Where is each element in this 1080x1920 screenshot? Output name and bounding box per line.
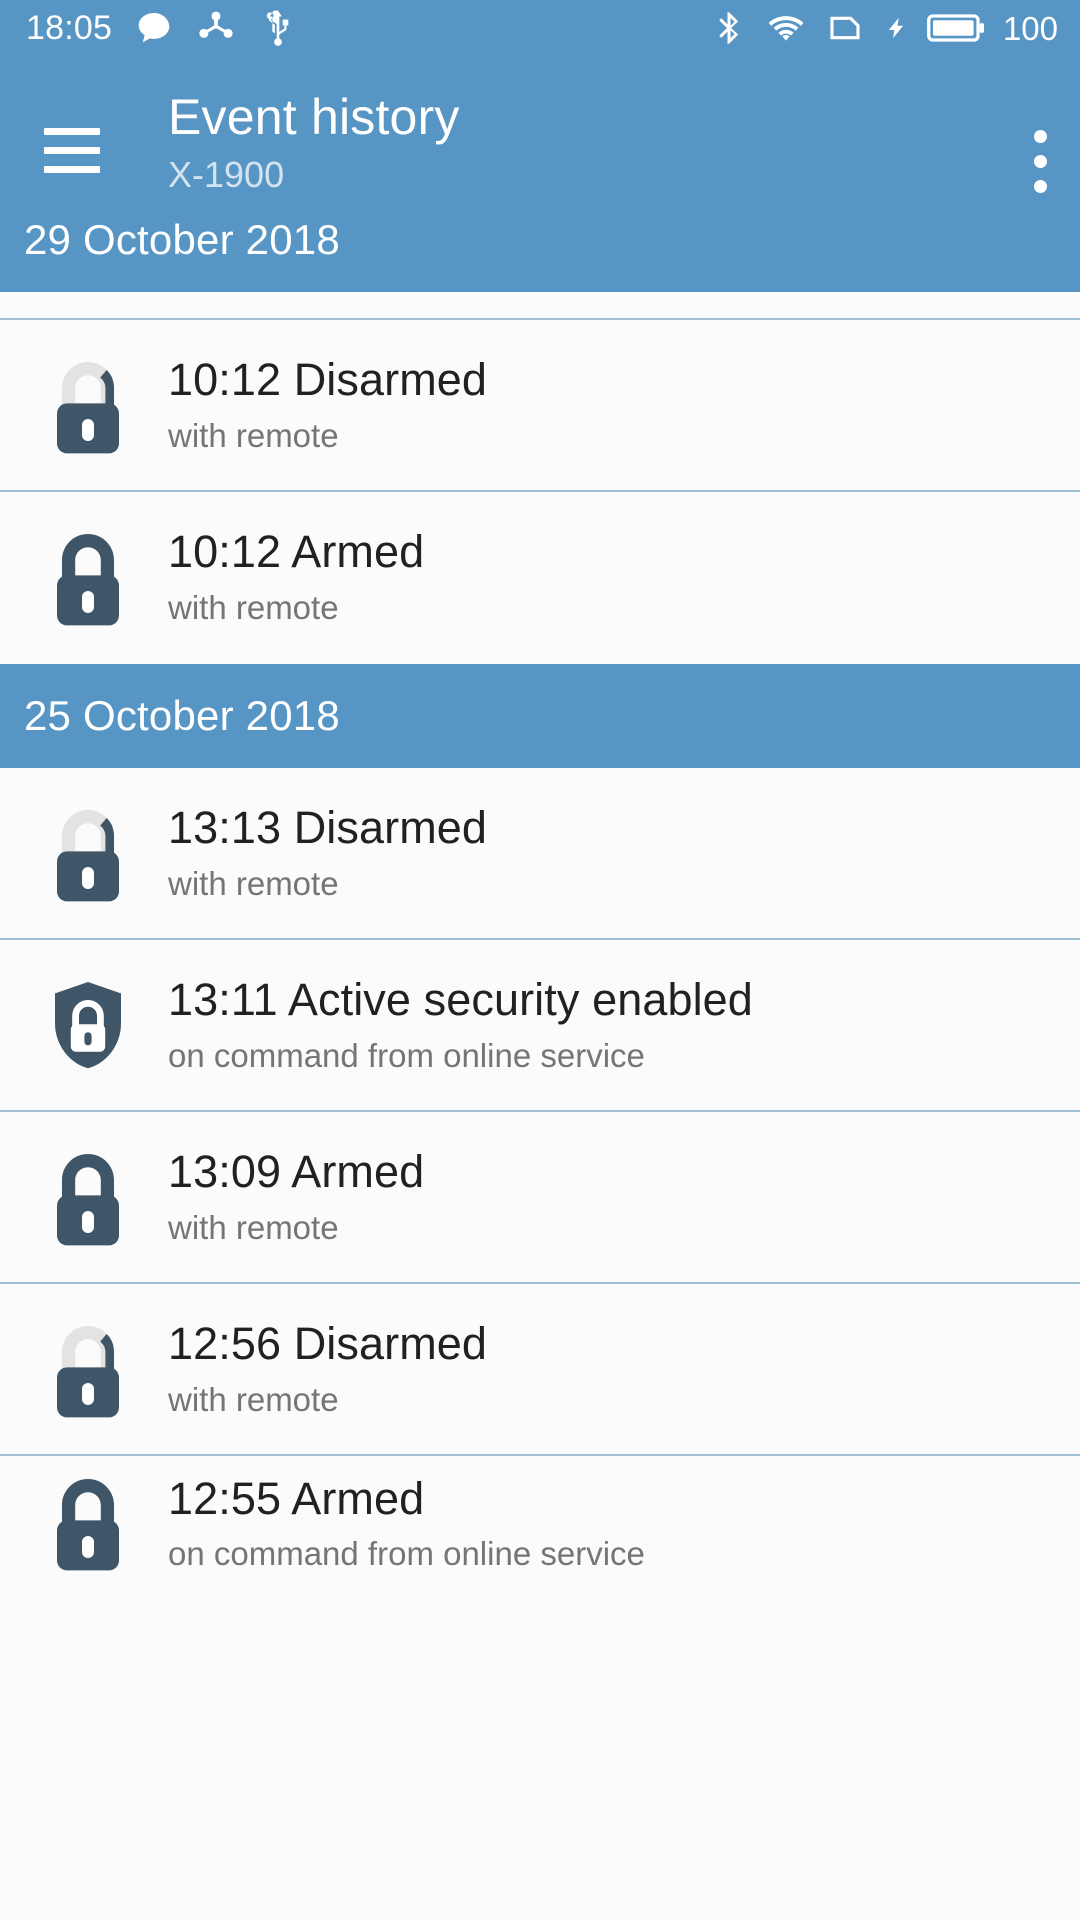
- list-item[interactable]: 10:12 Disarmed with remote: [0, 320, 1080, 492]
- battery-full-icon: [927, 14, 984, 42]
- usb-icon: [266, 10, 289, 46]
- battery-percent-label: 100: [1002, 9, 1058, 47]
- event-icon-cell: [44, 977, 164, 1075]
- list-item[interactable]: 13:11 Active security enabled on command…: [0, 940, 1080, 1112]
- page-title: Event history: [168, 89, 460, 145]
- event-text-cell: 10:12 Armed with remote: [168, 526, 425, 629]
- event-list-section-1: 10:12 Disarmed with remote 10:12 Armed w…: [0, 292, 1080, 664]
- event-source: with remote: [168, 1208, 339, 1246]
- bluetooth-icon: [719, 12, 739, 44]
- event-icon-cell: [44, 1474, 164, 1572]
- app-toolbar: Event history X-1900: [0, 56, 1080, 204]
- event-icon-cell: [44, 1149, 164, 1247]
- page-subtitle: X-1900: [168, 154, 285, 195]
- event-title: 13:11 Active security enabled: [168, 974, 753, 1026]
- event-text-cell: 13:09 Armed with remote: [168, 1146, 425, 1249]
- more-vertical-icon[interactable]: [1034, 130, 1050, 193]
- event-title: 13:13 Disarmed: [168, 802, 488, 854]
- date-section-header: 29 October 2018: [0, 204, 1080, 292]
- event-icon-cell: [44, 1321, 164, 1419]
- event-title: 10:12 Disarmed: [168, 354, 488, 406]
- sim-card-icon: [830, 16, 860, 40]
- event-source: on command from online service: [168, 1535, 645, 1572]
- event-source: on command from online service: [168, 1036, 645, 1074]
- event-title: 12:56 Disarmed: [168, 1318, 488, 1370]
- padlock-open-icon: [57, 1326, 119, 1418]
- status-clock: 18:05: [26, 9, 113, 47]
- overflow-dot: [1034, 130, 1047, 143]
- event-title: 13:09 Armed: [168, 1146, 425, 1198]
- event-source: with remote: [168, 588, 339, 626]
- event-text-cell: 10:12 Disarmed with remote: [168, 354, 488, 457]
- event-title: 12:55 Armed: [168, 1473, 425, 1524]
- hamburger-bar: [44, 166, 100, 173]
- list-item[interactable]: 12:55 Armed on command from online servi…: [0, 1456, 1080, 1572]
- event-source: with remote: [168, 1380, 339, 1418]
- padlock-open-icon: [57, 362, 119, 454]
- toolbar-title-block: Event history X-1900: [168, 90, 460, 202]
- event-list-section-2: 13:13 Disarmed with remote 13:11 Active …: [0, 768, 1080, 1572]
- event-history-screen: 18:05 100 Event history X-1900 29 Octobe…: [0, 0, 1080, 1920]
- share-network-icon: [199, 11, 233, 38]
- padlock-closed-icon: [57, 534, 119, 626]
- event-icon-cell: [44, 805, 164, 903]
- event-text-cell: 13:13 Disarmed with remote: [168, 802, 488, 905]
- list-item[interactable]: 10:12 Armed with remote: [0, 492, 1080, 664]
- padlock-open-icon: [57, 810, 119, 902]
- padlock-closed-icon: [57, 1479, 119, 1571]
- event-source: with remote: [168, 864, 339, 902]
- overflow-dot: [1034, 180, 1047, 193]
- event-icon-cell: [44, 357, 164, 455]
- event-icon-cell: [44, 529, 164, 627]
- date-section-header: 25 October 2018: [0, 664, 1080, 768]
- shield-lock-icon: [55, 982, 121, 1069]
- event-text-cell: 12:55 Armed on command from online servi…: [168, 1473, 645, 1572]
- list-item[interactable]: 13:09 Armed with remote: [0, 1112, 1080, 1284]
- status-bar-left: 18:05: [26, 8, 298, 48]
- status-bar-right: 100: [711, 8, 1058, 48]
- event-title: 10:12 Armed: [168, 526, 425, 578]
- wifi-icon: [768, 16, 804, 41]
- charging-bolt-icon: [888, 17, 904, 39]
- padlock-closed-icon: [57, 1154, 119, 1246]
- list-top-spacer: [0, 292, 1080, 320]
- hamburger-menu-icon[interactable]: [44, 128, 100, 173]
- hamburger-bar: [44, 147, 100, 154]
- event-text-cell: 13:11 Active security enabled on command…: [168, 974, 753, 1077]
- message-bubble-icon: [138, 13, 170, 43]
- event-source: with remote: [168, 416, 339, 454]
- overflow-dot: [1034, 155, 1047, 168]
- list-item[interactable]: 12:56 Disarmed with remote: [0, 1284, 1080, 1456]
- event-text-cell: 12:56 Disarmed with remote: [168, 1318, 488, 1421]
- list-item[interactable]: 13:13 Disarmed with remote: [0, 768, 1080, 940]
- hamburger-bar: [44, 128, 100, 135]
- status-bar: 18:05 100: [0, 0, 1080, 56]
